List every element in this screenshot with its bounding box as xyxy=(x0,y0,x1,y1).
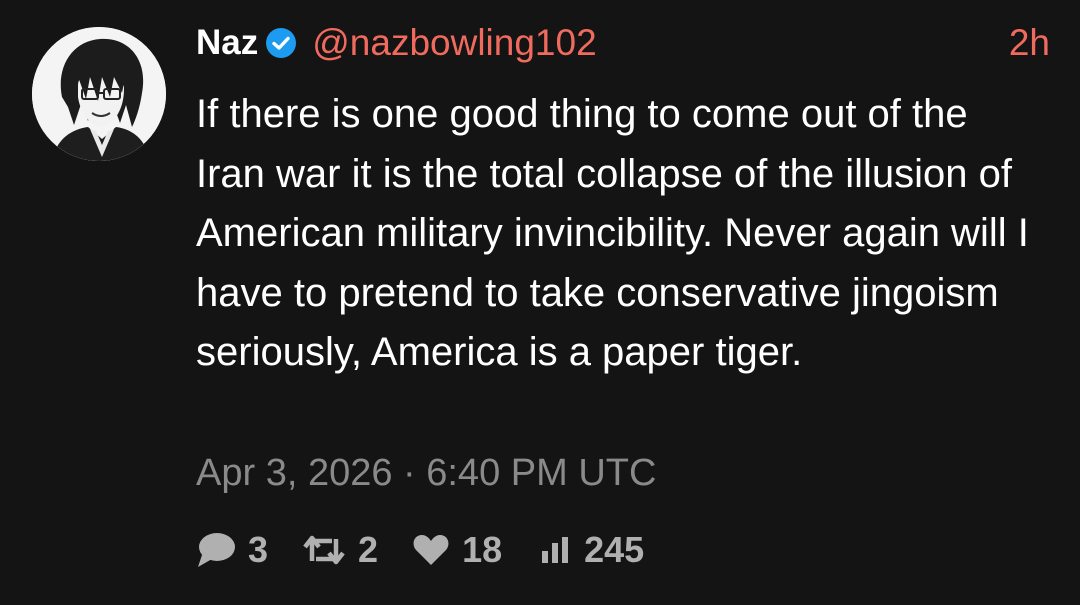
author-handle[interactable]: @nazbowling102 xyxy=(312,22,596,64)
time-ago[interactable]: 2h xyxy=(1009,22,1050,64)
avatar-image xyxy=(32,27,166,161)
verified-badge-icon xyxy=(264,26,298,60)
tweet-timestamp: Apr 3, 2026 · 6:40 PM UTC xyxy=(196,452,657,494)
like-button[interactable]: 18 xyxy=(412,529,502,571)
tweet-card: Naz @nazbowling102 2h If there is one go… xyxy=(0,0,1080,605)
retweet-button[interactable]: 2 xyxy=(302,529,378,571)
tweet-metrics: 3 2 18 245 xyxy=(196,527,644,573)
views-count: 245 xyxy=(584,529,645,570)
bar-chart-icon xyxy=(540,535,572,565)
reply-button[interactable]: 3 xyxy=(196,529,268,571)
reply-count: 3 xyxy=(248,529,269,570)
retweet-icon xyxy=(302,533,346,567)
like-count: 18 xyxy=(462,529,503,570)
heart-icon xyxy=(412,533,450,567)
retweet-count: 2 xyxy=(358,529,379,570)
tweet-text: If there is one good thing to come out o… xyxy=(196,92,1029,374)
author-name[interactable]: Naz xyxy=(196,23,258,63)
tweet-header: Naz @nazbowling102 2h xyxy=(196,18,1050,68)
comment-bubble-icon xyxy=(196,531,236,569)
views-button[interactable]: 245 xyxy=(540,529,644,571)
avatar[interactable] xyxy=(32,27,166,161)
